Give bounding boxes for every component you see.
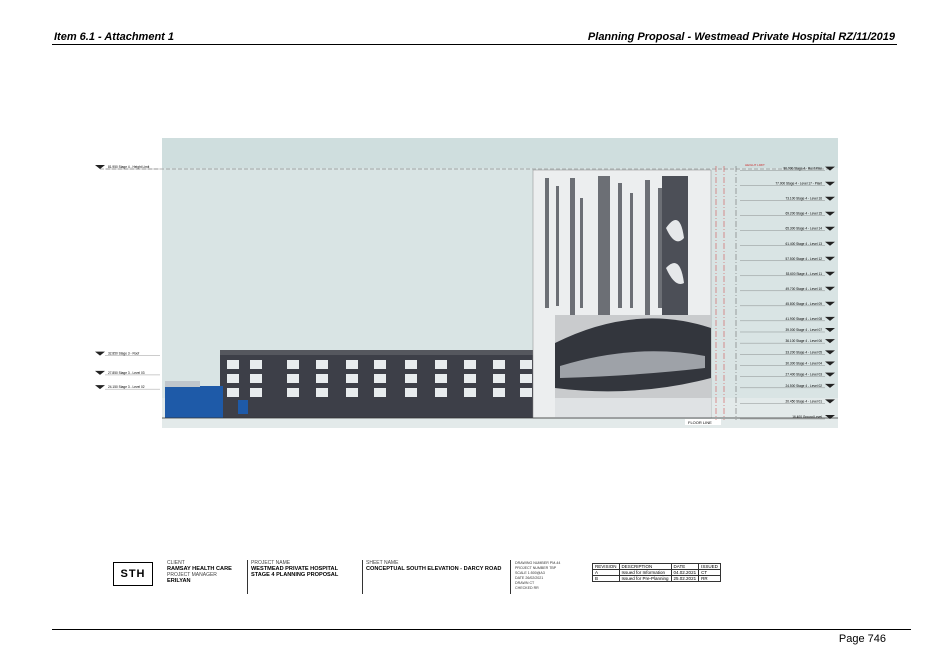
page-number: Page 746 — [838, 633, 886, 645]
level-label: 16.400 Ground Level — [792, 415, 822, 419]
level-label: 36.100 Stage 4 - Level 06 — [785, 339, 822, 343]
level-label: 61.400 Stage 4 - Level 13 — [785, 242, 822, 246]
project-block: PROJECT NAME WESTMEAD PRIVATE HOSPITAL S… — [251, 560, 338, 594]
level-label: 49.700 Stage 4 - Level 10 — [785, 287, 822, 291]
title-sep-2 — [362, 560, 363, 594]
level-label: 80.900 Stage 4 - Roof Plan — [784, 167, 823, 171]
level-label: 57.500 Stage 4 - Level 12 — [785, 257, 822, 261]
project-name-2: STAGE 4 PLANNING PROPOSAL — [251, 572, 339, 578]
level-label: 20.450 Stage 4 - Level 01 — [785, 399, 822, 403]
level-label: 32.850 Stage 3 - Roof — [108, 352, 139, 356]
header-title: Planning Proposal - Westmead Private Hos… — [587, 31, 895, 43]
tower-feature-panel — [662, 176, 688, 316]
level-label: 81.950 Stage 4 - Height Limit — [108, 165, 149, 169]
rev-cell: Issued for Pre-Planning — [618, 575, 672, 582]
header-attachment: Item 6.1 - Attachment 1 — [54, 31, 175, 43]
drawing-info: DRAWING NUMBER PM-44 PROJECT NUMBER TBP … — [515, 561, 560, 591]
level-label: 73.100 Stage 4 - Level 16 — [785, 197, 822, 201]
level-label: 41.900 Stage 4 - Level 08 — [785, 317, 822, 321]
rev-cell: 04.02.2021 — [670, 569, 700, 576]
level-label: 33.200 Stage 4 - Level 05 — [785, 350, 822, 354]
level-label: 77.000 Stage 4 - Level 17 - Plant — [775, 182, 822, 186]
south-elevation-drawing: FLOOR LINE HEIGHT LIMIT 81.950 Stage 4 -… — [95, 138, 838, 428]
level-marker-icon — [95, 370, 105, 375]
level-label: 27.400 Stage 4 - Level 03 — [785, 373, 822, 377]
revision-table: REVISION DESCRIPTION DATE ISSUED A Issue… — [592, 563, 721, 582]
level-label: 65.300 Stage 4 - Level 14 — [785, 227, 822, 231]
level-label: 27.850 Stage 3 - Level 03 — [108, 371, 145, 375]
header-rule — [52, 44, 897, 45]
height-limit-tag: HEIGHT LIMIT — [745, 163, 765, 167]
level-label: 24.150 Stage 3 - Level 02 — [108, 385, 145, 389]
revision-row: B Issued for Pre-Planning 25.02.2021 RR — [592, 575, 721, 582]
sheet-name: CONCEPTUAL SOUTH ELEVATION - DARCY ROAD — [366, 566, 502, 572]
level-marker-icon — [95, 351, 105, 356]
rev-cell: B — [592, 575, 620, 582]
level-label: 39.000 Stage 4 - Level 07 — [785, 328, 822, 332]
info-line: CHECKED RR — [515, 586, 539, 590]
level-label: 45.800 Stage 4 - Level 09 — [785, 302, 822, 306]
blue-entry-block — [165, 386, 223, 418]
level-label: 53.600 Stage 4 - Level 11 — [786, 272, 822, 276]
floor-line-label: FLOOR LINE — [688, 420, 712, 425]
pm-name: ERILYAN — [167, 578, 191, 584]
rev-cell: Issued for Information — [618, 569, 672, 576]
rev-cell: RR — [698, 575, 721, 582]
left-level-markers: 81.950 Stage 4 - Height Limit 32.850 Stag… — [95, 165, 160, 390]
sth-logo-mark: STH — [113, 562, 153, 586]
sth-logo: STH — [113, 562, 153, 589]
title-sep-3 — [510, 560, 511, 594]
sheet-block: SHEET NAME CONCEPTUAL SOUTH ELEVATION - … — [366, 560, 501, 594]
level-marker-icon — [95, 385, 105, 390]
level-label: 24.500 Stage 4 - Level 02 — [785, 384, 822, 388]
client-block: CLIENT RAMSAY HEALTH CARE PROJECT MANAGE… — [167, 560, 232, 594]
level-label: 30.300 Stage 4 - Level 04 — [785, 361, 822, 365]
title-sep-1 — [247, 560, 248, 594]
rev-col-revision: REVISION — [592, 563, 620, 570]
rev-cell: 25.02.2021 — [670, 575, 700, 582]
footer-rule — [52, 629, 911, 630]
level-label: 69.200 Stage 4 - Level 15 — [785, 212, 822, 216]
rev-col-issued: ISSUED — [698, 563, 721, 570]
level-marker-icon — [95, 165, 105, 169]
